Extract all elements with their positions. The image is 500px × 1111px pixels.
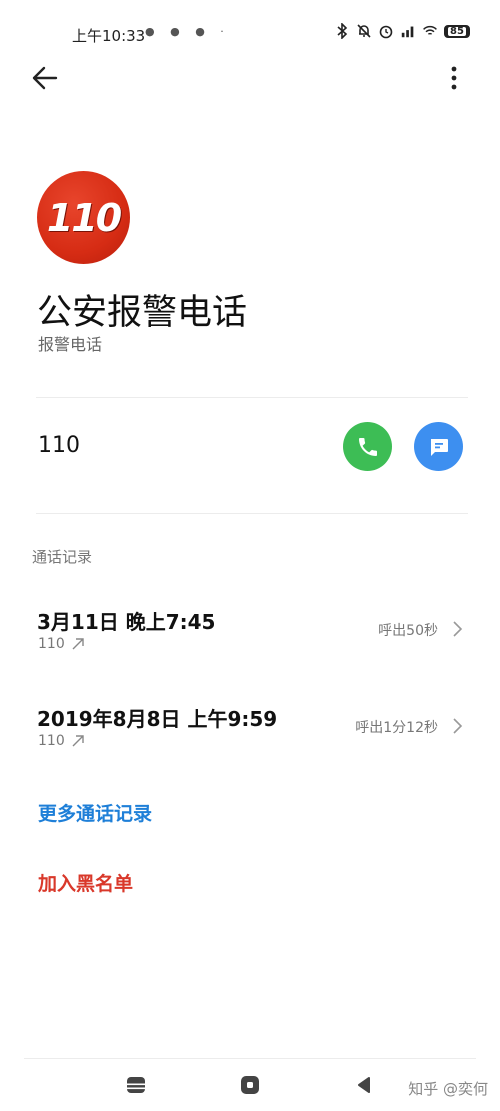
more-call-log-link[interactable]: 更多通话记录	[38, 799, 152, 826]
home-button[interactable]	[232, 1070, 268, 1100]
arrow-left-icon	[32, 66, 58, 90]
home-icon	[241, 1076, 259, 1094]
watermark: 知乎 @奕何	[408, 1080, 488, 1098]
back-button[interactable]	[24, 60, 66, 96]
status-indicators: 85	[334, 22, 470, 40]
avatar: 110	[37, 171, 130, 264]
chevron-right-icon	[453, 718, 463, 734]
message-button[interactable]	[414, 422, 463, 471]
divider	[36, 397, 468, 398]
menu-icon	[127, 1077, 145, 1093]
outgoing-arrow-icon	[72, 638, 84, 650]
phone-number[interactable]: 110	[38, 433, 80, 458]
call-log-duration: 呼出1分12秒	[355, 720, 438, 736]
recents-button[interactable]	[118, 1070, 154, 1100]
call-button[interactable]	[343, 422, 392, 471]
add-to-blacklist-button[interactable]: 加入黑名单	[38, 869, 133, 896]
battery-icon: 85	[444, 24, 470, 38]
contact-name: 公安报警电话	[37, 293, 248, 333]
call-log-number-text: 110	[38, 733, 65, 749]
nav-divider	[24, 1058, 476, 1059]
call-log-number: 110	[38, 636, 85, 652]
call-log-number: 110	[38, 733, 85, 749]
bluetooth-icon	[334, 22, 350, 40]
call-log-date: 2019年8月8日 上午9:59	[37, 707, 278, 731]
back-nav-button[interactable]	[346, 1070, 382, 1100]
avatar-text: 110	[46, 195, 122, 240]
signal-icon	[400, 22, 416, 40]
status-app-icons: ● ● ● ·	[145, 25, 230, 38]
mute-bell-icon	[356, 22, 372, 40]
chat-bubble-icon	[430, 438, 448, 456]
battery-level: 85	[448, 25, 466, 37]
back-triangle-icon	[358, 1077, 370, 1093]
call-log-duration: 呼出50秒	[378, 623, 438, 639]
call-log-section-title: 通话记录	[32, 548, 93, 566]
wifi-icon	[422, 22, 438, 40]
chevron-right-icon	[453, 621, 463, 637]
divider	[36, 513, 468, 514]
more-options-button[interactable]	[440, 62, 468, 96]
more-vertical-icon	[451, 66, 457, 90]
alarm-icon	[378, 22, 394, 40]
phone-icon	[358, 437, 377, 456]
outgoing-arrow-icon	[72, 735, 84, 747]
call-log-date: 3月11日 晚上7:45	[37, 610, 216, 634]
call-log-number-text: 110	[38, 636, 65, 652]
status-time: 上午10:33	[72, 27, 146, 45]
contact-subtitle: 报警电话	[38, 335, 103, 354]
